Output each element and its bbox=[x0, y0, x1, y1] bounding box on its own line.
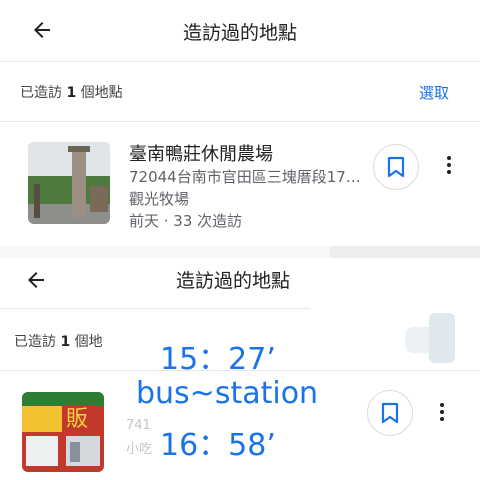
visited-count: 已造訪 1 個地點 bbox=[20, 85, 123, 101]
place-address: 72044台南市官田區三塊厝段17… bbox=[129, 168, 361, 186]
screenshot-separator bbox=[0, 246, 480, 258]
visited-places-panel-top: 造訪過的地點 已造訪 1 個地點 選取 臺南鴨莊休閒農場 72044台南市官田區… bbox=[0, 0, 480, 246]
page-title: 造訪過的地點 bbox=[183, 22, 298, 44]
svg-text:販: 販 bbox=[66, 407, 88, 432]
overlay-time-start: 15：27’ bbox=[160, 342, 276, 377]
arrow-left-icon[interactable] bbox=[30, 18, 54, 42]
place-row[interactable]: 臺南鴨莊休閒農場 72044台南市官田區三塊厝段17… 觀光牧場 前天 · 33… bbox=[0, 122, 480, 242]
page-title: 造訪過的地點 bbox=[176, 270, 291, 292]
place-category: 觀光牧場 bbox=[129, 190, 190, 208]
arrow-left-icon[interactable] bbox=[24, 268, 48, 292]
more-vert-icon[interactable] bbox=[441, 153, 457, 177]
place-photo: 販 bbox=[22, 392, 104, 472]
overlay-time-end: 16：58’ bbox=[160, 428, 276, 463]
divider bbox=[0, 61, 480, 62]
save-button[interactable] bbox=[367, 390, 413, 436]
place-category-partial: 小吃 bbox=[126, 442, 153, 457]
save-button[interactable] bbox=[373, 144, 419, 190]
overlay-location: bus~station bbox=[136, 376, 319, 411]
bookmark-icon bbox=[387, 156, 405, 178]
select-button[interactable]: 選取 bbox=[419, 82, 449, 103]
visited-count: 已造訪 1 個地 bbox=[14, 334, 103, 350]
place-photo bbox=[28, 142, 110, 224]
place-address-partial: 741 bbox=[126, 418, 151, 433]
bookmark-icon bbox=[381, 402, 399, 424]
place-visits: 前天 · 33 次造訪 bbox=[129, 212, 243, 230]
floating-widget-icon bbox=[405, 313, 455, 363]
divider bbox=[0, 308, 310, 309]
place-name: 臺南鴨莊休閒農場 bbox=[129, 144, 273, 165]
more-vert-icon[interactable] bbox=[434, 400, 450, 424]
